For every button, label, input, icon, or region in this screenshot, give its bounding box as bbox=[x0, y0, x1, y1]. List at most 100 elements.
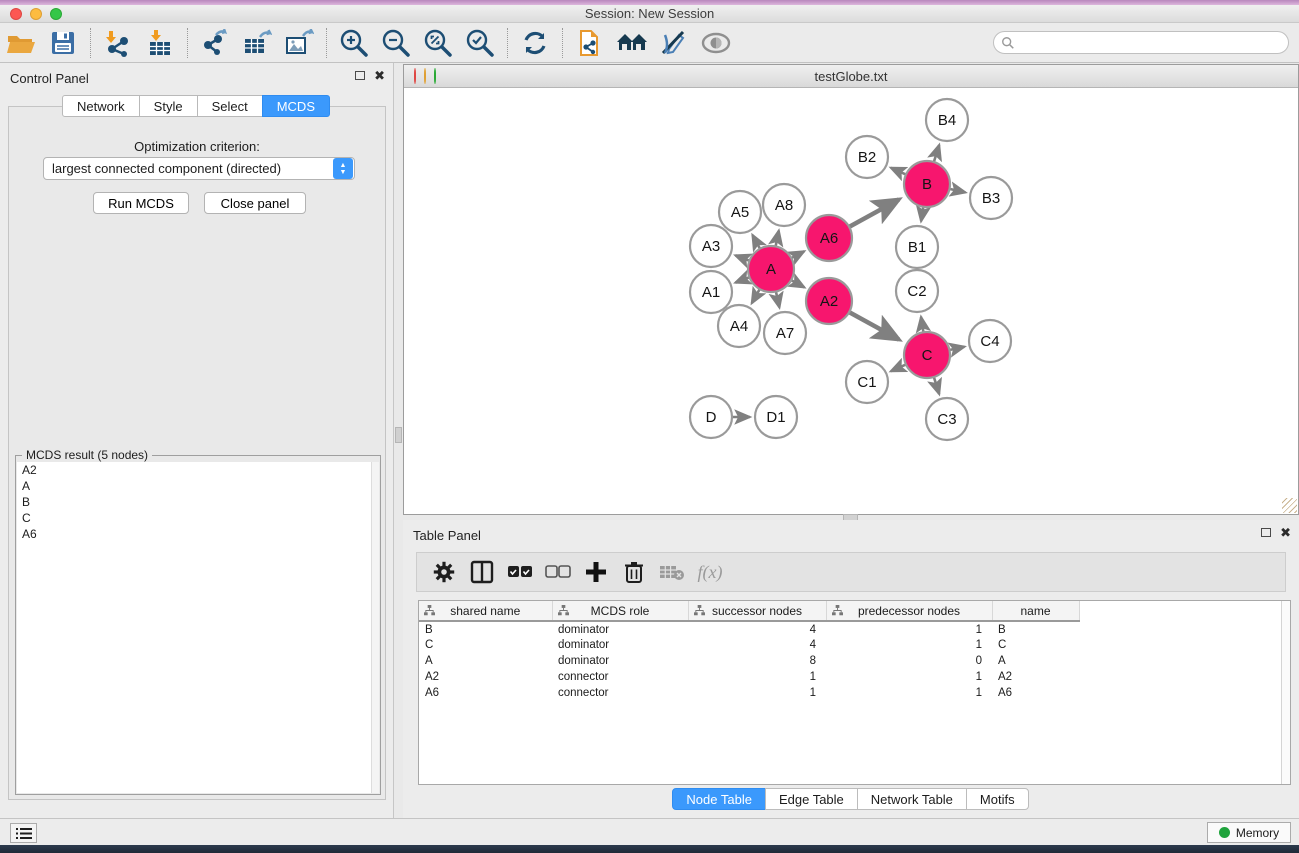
graph-node-A2[interactable]: A2 bbox=[806, 278, 852, 324]
search-input[interactable] bbox=[1015, 36, 1288, 50]
graph-edge-A-A3[interactable] bbox=[735, 255, 749, 260]
graph-node-C2[interactable]: C2 bbox=[896, 270, 938, 312]
table-row[interactable]: Cdominator41C bbox=[419, 637, 1079, 653]
graph-node-C[interactable]: C bbox=[904, 332, 950, 378]
graph-node-B2[interactable]: B2 bbox=[846, 136, 888, 178]
graph-edge-A-A6[interactable] bbox=[791, 251, 804, 258]
mcds-result-item[interactable]: B bbox=[17, 494, 373, 510]
function-builder-button[interactable]: f(x) bbox=[691, 556, 729, 588]
table-cell[interactable]: 8 bbox=[688, 653, 826, 669]
graph-edge-C-C1[interactable] bbox=[891, 364, 906, 371]
close-table-panel-icon[interactable]: ✖ bbox=[1280, 528, 1291, 537]
graph-edge-A-A8[interactable] bbox=[776, 231, 779, 247]
table-cell[interactable]: A6 bbox=[419, 685, 552, 701]
table-cell[interactable]: 1 bbox=[826, 669, 992, 685]
table-cell[interactable]: 4 bbox=[688, 637, 826, 653]
criterion-dropdown[interactable]: largest connected component (directed) ▲… bbox=[43, 157, 355, 180]
graph-edge-B-B2[interactable] bbox=[891, 168, 906, 175]
close-panel-icon[interactable]: ✖ bbox=[374, 71, 385, 80]
import-table-button[interactable] bbox=[139, 26, 181, 60]
table-settings-button[interactable] bbox=[425, 556, 463, 588]
table-cell[interactable]: 1 bbox=[688, 669, 826, 685]
graph-node-D1[interactable]: D1 bbox=[755, 396, 797, 438]
table-cell[interactable]: 1 bbox=[688, 685, 826, 701]
table-cell[interactable]: B bbox=[419, 621, 552, 637]
search-field[interactable] bbox=[993, 31, 1289, 54]
vertical-splitter-handle[interactable] bbox=[395, 427, 402, 443]
show-column-button[interactable] bbox=[463, 556, 501, 588]
table-row[interactable]: Bdominator41B bbox=[419, 621, 1079, 637]
float-panel-icon[interactable] bbox=[355, 71, 365, 80]
save-session-button[interactable] bbox=[42, 26, 84, 60]
table-scrollbar[interactable] bbox=[1281, 601, 1290, 784]
table-cell[interactable]: A2 bbox=[419, 669, 552, 685]
graph-edge-A-A1[interactable] bbox=[735, 277, 749, 282]
table-cell[interactable]: dominator bbox=[552, 621, 688, 637]
graph-node-A7[interactable]: A7 bbox=[764, 312, 806, 354]
graph-node-B[interactable]: B bbox=[904, 161, 950, 207]
graph-node-C1[interactable]: C1 bbox=[846, 361, 888, 403]
table-row[interactable]: A6connector11A6 bbox=[419, 685, 1079, 701]
graph-node-A1[interactable]: A1 bbox=[690, 271, 732, 313]
zoom-fit-button[interactable] bbox=[417, 26, 459, 60]
graph-edge-B-B1[interactable] bbox=[921, 207, 923, 221]
create-column-button[interactable] bbox=[577, 556, 615, 588]
table-cell[interactable]: 0 bbox=[826, 653, 992, 669]
table-cell[interactable]: 1 bbox=[826, 685, 992, 701]
tab-motifs[interactable]: Motifs bbox=[966, 788, 1029, 810]
table-cell[interactable]: dominator bbox=[552, 637, 688, 653]
mcds-result-item[interactable]: A bbox=[17, 478, 373, 494]
delete-table-button[interactable] bbox=[653, 556, 691, 588]
table-cell[interactable]: A bbox=[419, 653, 552, 669]
table-cell[interactable]: B bbox=[992, 621, 1079, 637]
network-canvas[interactable]: B4B2BB3A5A8A6A3B1AA1C2A2A4A7C4CC1DD1C3 bbox=[404, 88, 1298, 514]
graph-node-A6[interactable]: A6 bbox=[806, 215, 852, 261]
table-cell[interactable]: connector bbox=[552, 685, 688, 701]
export-table-button[interactable] bbox=[236, 26, 278, 60]
table-cell[interactable]: C bbox=[419, 637, 552, 653]
table-cell[interactable]: dominator bbox=[552, 653, 688, 669]
graph-edge-C-C4[interactable] bbox=[949, 347, 964, 350]
graph-edge-A-A7[interactable] bbox=[776, 291, 779, 307]
memory-button[interactable]: Memory bbox=[1207, 822, 1291, 843]
graph-edge-A-A2[interactable] bbox=[791, 280, 804, 287]
table-row[interactable]: A2connector11A2 bbox=[419, 669, 1079, 685]
col-predecessor-nodes[interactable]: predecessor nodes bbox=[826, 601, 992, 621]
graph-node-C3[interactable]: C3 bbox=[926, 398, 968, 440]
hide-labels-button[interactable] bbox=[653, 26, 695, 60]
col-name[interactable]: name bbox=[992, 601, 1079, 621]
graph-node-B1[interactable]: B1 bbox=[896, 226, 938, 268]
table-cell[interactable]: connector bbox=[552, 669, 688, 685]
tab-style[interactable]: Style bbox=[139, 95, 198, 117]
table-cell[interactable]: A bbox=[992, 653, 1079, 669]
tab-select[interactable]: Select bbox=[197, 95, 263, 117]
graph-node-A5[interactable]: A5 bbox=[719, 191, 761, 233]
graph-node-A4[interactable]: A4 bbox=[718, 305, 760, 347]
col-shared-name[interactable]: shared name bbox=[419, 601, 552, 621]
graph-edge-A-A5[interactable] bbox=[753, 235, 760, 249]
run-mcds-button[interactable]: Run MCDS bbox=[93, 192, 189, 214]
first-neighbors-button[interactable] bbox=[611, 26, 653, 60]
delete-column-button[interactable] bbox=[615, 556, 653, 588]
graph-edge-A-A4[interactable] bbox=[752, 289, 760, 303]
open-file-button[interactable] bbox=[0, 26, 42, 60]
zoom-out-button[interactable] bbox=[375, 26, 417, 60]
tab-network[interactable]: Network bbox=[62, 95, 140, 117]
graph-node-A[interactable]: A bbox=[748, 246, 794, 292]
graph-node-A8[interactable]: A8 bbox=[763, 184, 805, 226]
graph-node-C4[interactable]: C4 bbox=[969, 320, 1011, 362]
table-cell[interactable]: 4 bbox=[688, 621, 826, 637]
graph-node-D[interactable]: D bbox=[690, 396, 732, 438]
tab-node-table[interactable]: Node Table bbox=[672, 788, 766, 810]
deselect-all-button[interactable] bbox=[539, 556, 577, 588]
graph-edge-B-B3[interactable] bbox=[949, 189, 965, 192]
import-network-button[interactable] bbox=[97, 26, 139, 60]
export-image-button[interactable] bbox=[278, 26, 320, 60]
graph-node-B4[interactable]: B4 bbox=[926, 99, 968, 141]
select-all-button[interactable] bbox=[501, 556, 539, 588]
col-mcds-role[interactable]: MCDS role bbox=[552, 601, 688, 621]
clone-network-button[interactable] bbox=[569, 26, 611, 60]
refresh-layout-button[interactable] bbox=[514, 26, 556, 60]
mcds-result-item[interactable]: C bbox=[17, 510, 373, 526]
graph-edge-C-C2[interactable] bbox=[921, 317, 923, 332]
